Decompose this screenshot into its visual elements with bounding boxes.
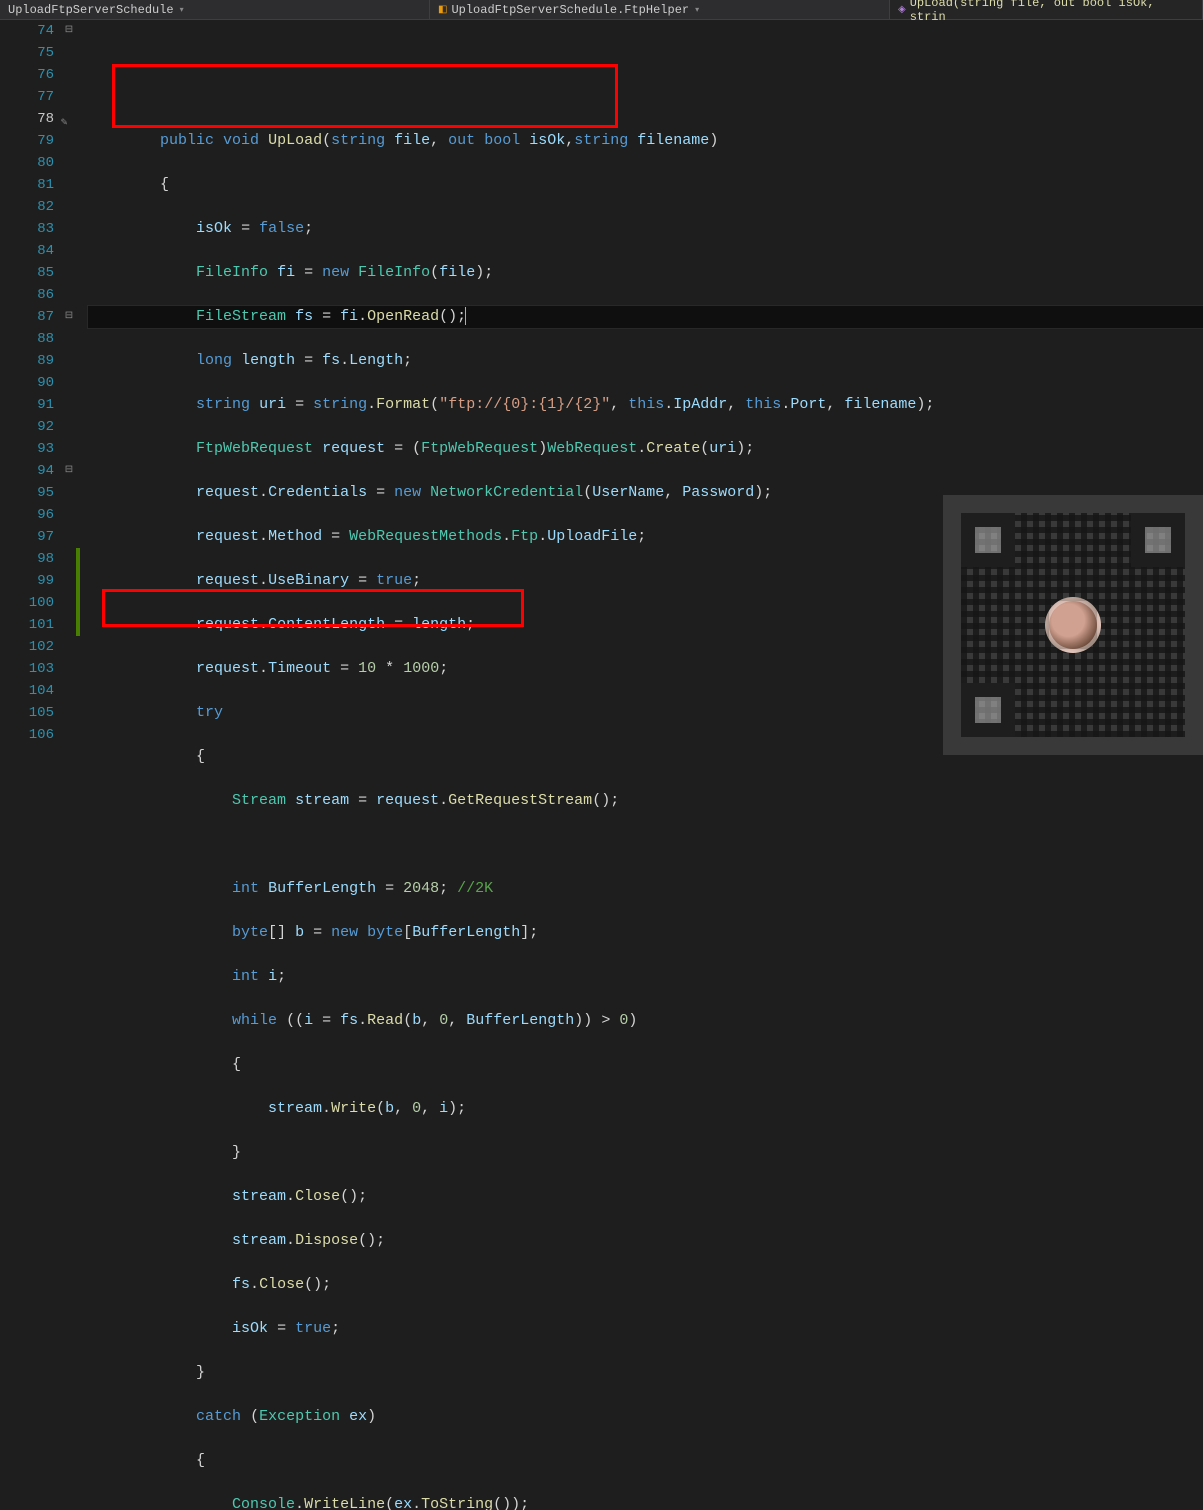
fold-toggle xyxy=(62,350,76,372)
edit-indicator-icon: ✎ xyxy=(58,112,68,124)
code-line: fs.Close(); xyxy=(88,1274,1203,1296)
code-line: int BufferLength = 2048; //2K xyxy=(88,878,1203,900)
fold-toggle[interactable]: ⊟ xyxy=(62,20,76,42)
fold-toggle xyxy=(62,394,76,416)
code-line: { xyxy=(88,1450,1203,1472)
fold-toggle xyxy=(62,218,76,240)
fold-toggle xyxy=(62,42,76,64)
fold-toggle xyxy=(62,262,76,284)
code-line: { xyxy=(88,174,1203,196)
fold-toggle xyxy=(62,614,76,636)
code-line: byte[] b = new byte[BufferLength]; xyxy=(88,922,1203,944)
code-line: while ((i = fs.Read(b, 0, BufferLength))… xyxy=(88,1010,1203,1032)
code-line: isOk = false; xyxy=(88,218,1203,240)
code-line: catch (Exception ex) xyxy=(88,1406,1203,1428)
code-line: stream.Dispose(); xyxy=(88,1230,1203,1252)
fold-toggle xyxy=(62,328,76,350)
breadcrumb-bar: UploadFtpServerSchedule ▾ ◧ UploadFtpSer… xyxy=(0,0,1203,20)
fold-toggle xyxy=(62,724,76,746)
code-line-current: FileStream fs = fi.OpenRead(); xyxy=(88,306,1203,328)
namespace-dropdown[interactable]: UploadFtpServerSchedule ▾ xyxy=(0,0,430,19)
code-line: public void UpLoad(string file, out bool… xyxy=(88,130,1203,152)
fold-toggle[interactable]: ⊟ xyxy=(62,460,76,482)
highlight-box-1 xyxy=(112,64,618,128)
fold-toggle xyxy=(62,636,76,658)
fold-column[interactable]: ⊟ ⊟ ⊟ xyxy=(62,20,76,755)
fold-toggle xyxy=(62,372,76,394)
code-line: Console.WriteLine(ex.ToString()); xyxy=(88,1494,1203,1510)
fold-toggle xyxy=(62,526,76,548)
text-cursor xyxy=(465,307,466,325)
code-line: } xyxy=(88,1362,1203,1384)
fold-toggle xyxy=(62,174,76,196)
fold-toggle xyxy=(62,438,76,460)
fold-toggle xyxy=(62,680,76,702)
qr-code-watermark xyxy=(943,495,1203,755)
method-dropdown[interactable]: ◈ UpLoad(string file, out bool isOk, str… xyxy=(890,0,1203,19)
fold-toggle xyxy=(62,196,76,218)
fold-toggle xyxy=(62,130,76,152)
code-line: Stream stream = request.GetRequestStream… xyxy=(88,790,1203,812)
code-line: FileInfo fi = new FileInfo(file); xyxy=(88,262,1203,284)
fold-toggle xyxy=(62,64,76,86)
line-number-gutter: 7475767778✎79808182838485868788899091929… xyxy=(0,20,62,755)
fold-toggle xyxy=(62,284,76,306)
fold-toggle xyxy=(62,482,76,504)
fold-toggle xyxy=(62,152,76,174)
fold-toggle xyxy=(62,548,76,570)
code-line: int i; xyxy=(88,966,1203,988)
chevron-down-icon: ▾ xyxy=(695,5,699,15)
fold-toggle xyxy=(62,570,76,592)
class-text: UploadFtpServerSchedule.FtpHelper xyxy=(451,3,689,17)
chevron-down-icon: ▾ xyxy=(180,5,184,15)
fold-toggle xyxy=(62,416,76,438)
namespace-text: UploadFtpServerSchedule xyxy=(8,3,174,17)
code-line: FtpWebRequest request = (FtpWebRequest)W… xyxy=(88,438,1203,460)
fold-toggle xyxy=(62,240,76,262)
fold-toggle xyxy=(62,592,76,614)
fold-toggle xyxy=(62,504,76,526)
code-line: stream.Close(); xyxy=(88,1186,1203,1208)
code-line xyxy=(88,834,1203,856)
method-icon: ◈ xyxy=(898,4,906,16)
code-line: } xyxy=(88,1142,1203,1164)
code-line: long length = fs.Length; xyxy=(88,350,1203,372)
fold-toggle xyxy=(62,658,76,680)
code-line: isOk = true; xyxy=(88,1318,1203,1340)
fold-toggle xyxy=(62,702,76,724)
fold-toggle xyxy=(62,86,76,108)
fold-toggle[interactable]: ⊟ xyxy=(62,306,76,328)
class-dropdown[interactable]: ◧ UploadFtpServerSchedule.FtpHelper ▾ xyxy=(430,0,890,19)
code-line: { xyxy=(88,1054,1203,1076)
code-line: stream.Write(b, 0, i); xyxy=(88,1098,1203,1120)
code-line: string uri = string.Format("ftp://{0}:{1… xyxy=(88,394,1203,416)
class-icon: ◧ xyxy=(438,4,447,16)
